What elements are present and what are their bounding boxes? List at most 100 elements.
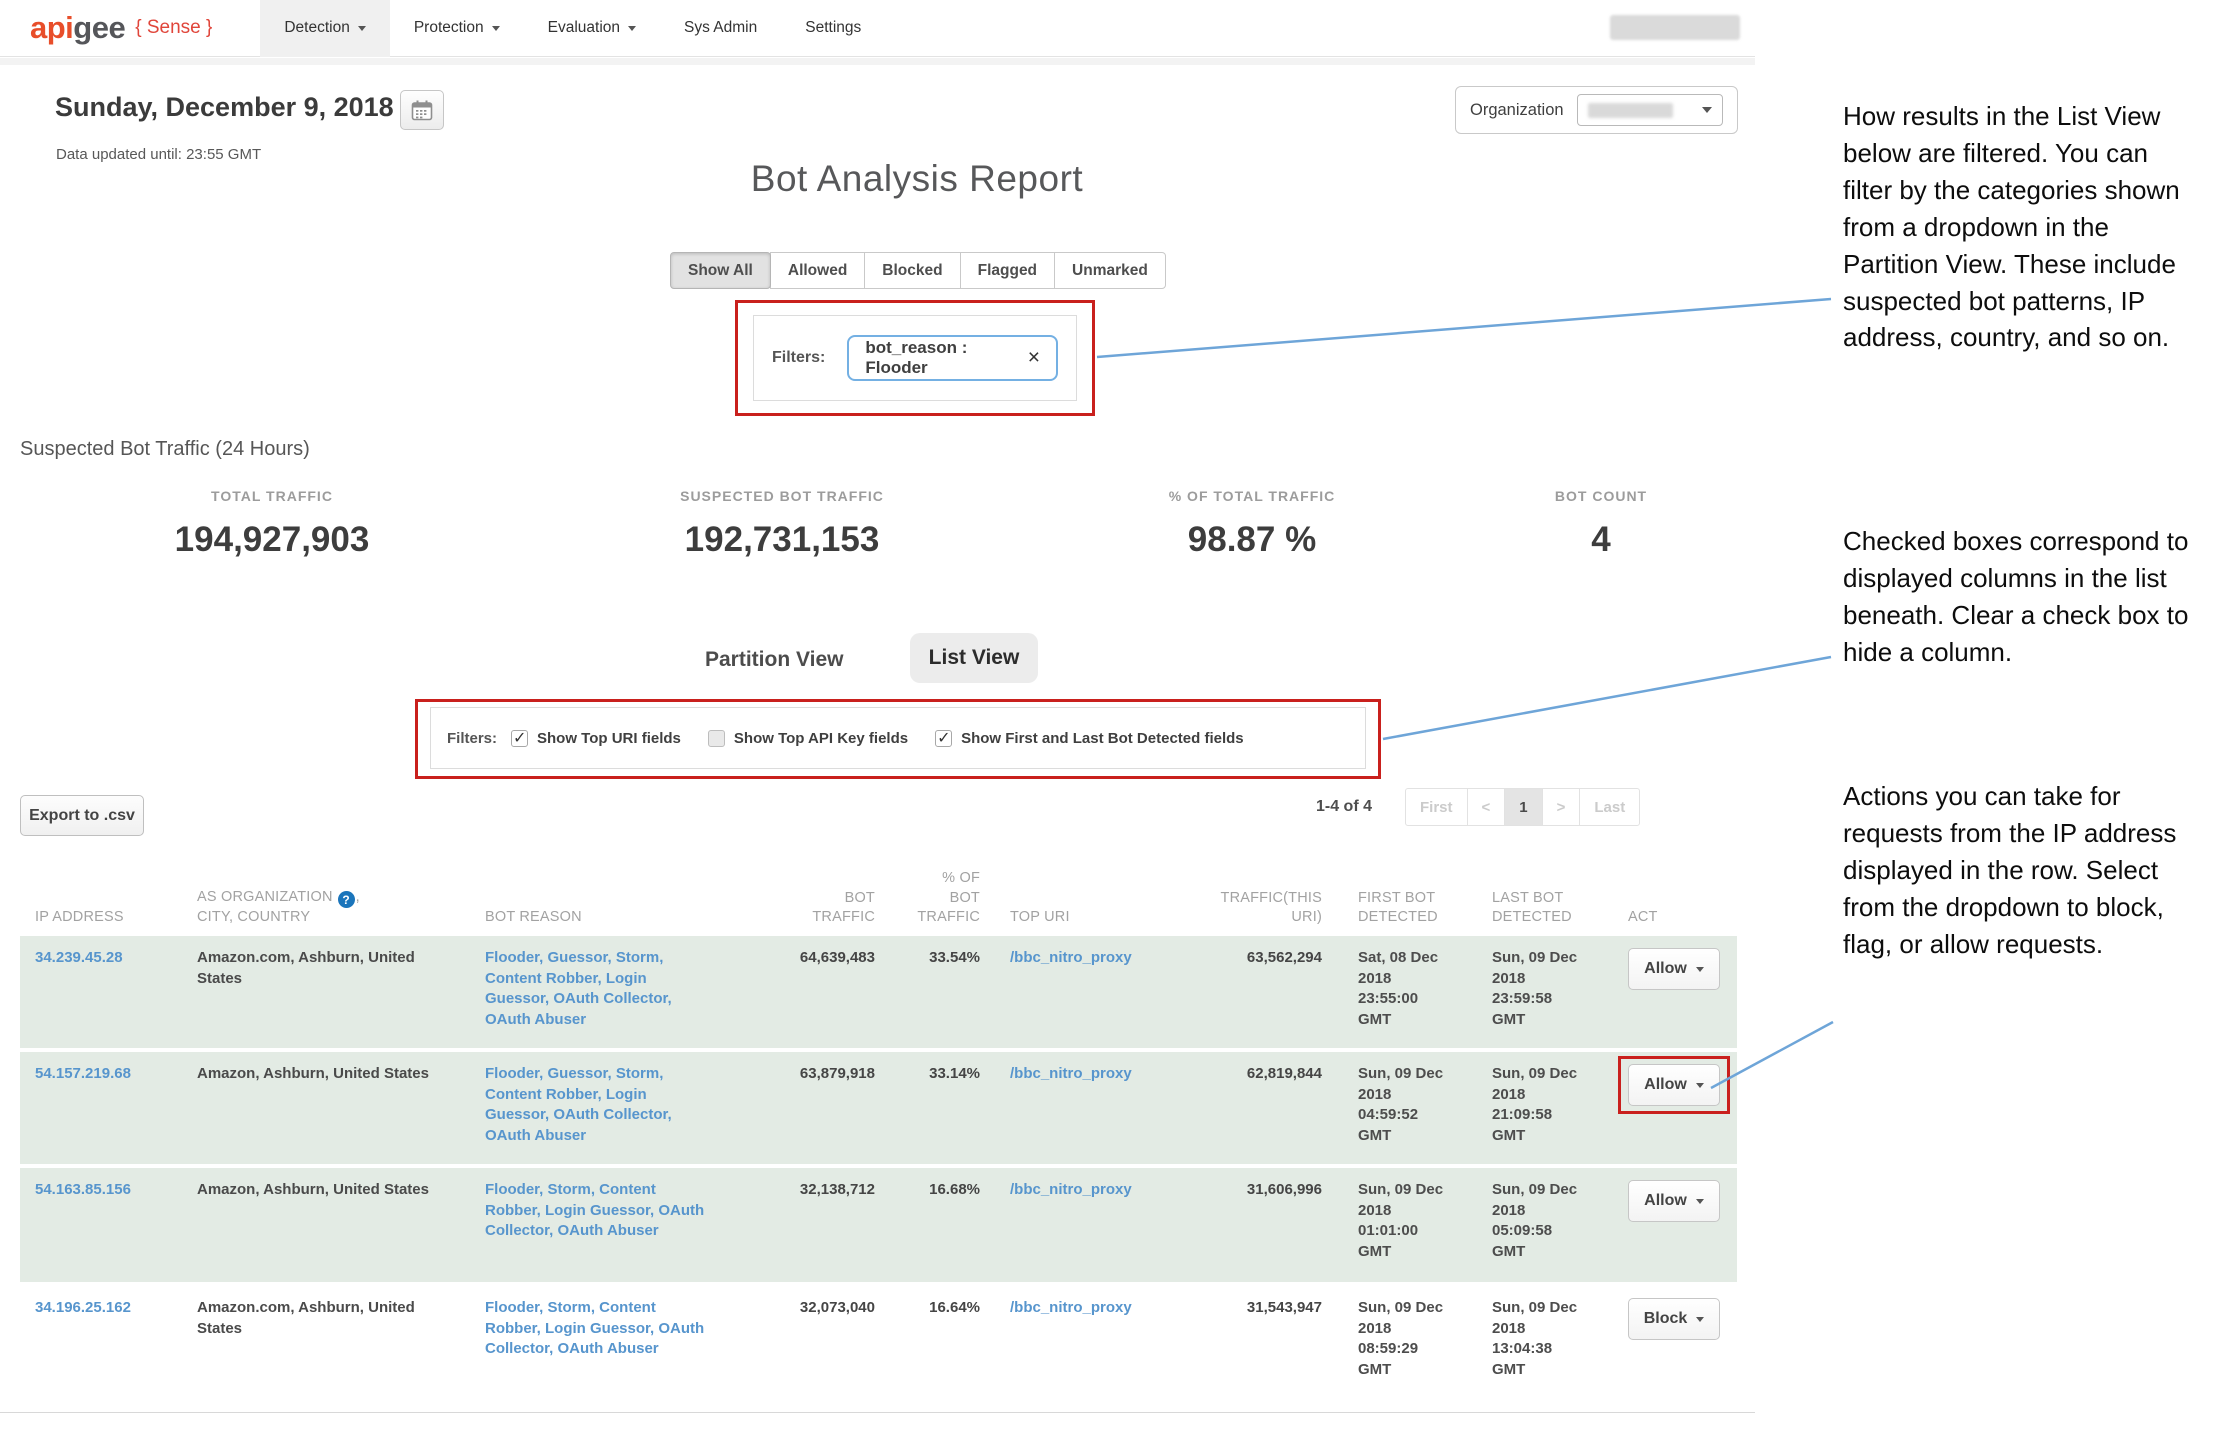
user-account-redacted[interactable] — [1610, 15, 1740, 40]
pagination-page-1[interactable]: 1 — [1504, 788, 1542, 826]
nav-item-detection[interactable]: Detection — [260, 0, 389, 57]
table-header: IP ADDRESS AS ORGANIZATION?, CITY, COUNT… — [20, 842, 1737, 934]
pagination-controls: First < 1 > Last — [1405, 788, 1640, 826]
table-row: 34.196.25.162 Amazon.com, Ashburn, Unite… — [20, 1286, 1737, 1400]
action-label: Allow — [1644, 1076, 1687, 1094]
ip-address-link[interactable]: 34.196.25.162 — [35, 1298, 185, 1319]
as-organization-cell: Amazon, Ashburn, United States — [197, 1180, 462, 1201]
filter-chip-text: bot_reason : Flooder — [865, 338, 1011, 378]
logo-api-text: api — [30, 10, 73, 45]
column-header-pct-bot-traffic: % OF BOT TRAFFIC — [916, 869, 980, 928]
annotation-filtering-note: How results in the List View below are f… — [1843, 98, 2195, 356]
ip-address-link[interactable]: 54.163.85.156 — [35, 1180, 185, 1201]
chevron-down-icon — [1696, 1083, 1704, 1088]
tab-unmarked[interactable]: Unmarked — [1054, 252, 1166, 289]
organization-label: Organization — [1470, 101, 1564, 120]
chevron-down-icon — [1696, 1199, 1704, 1204]
action-dropdown-block[interactable]: Block — [1628, 1298, 1720, 1340]
as-organization-cell: Amazon.com, Ashburn, United States — [197, 1298, 462, 1339]
column-header-act: ACT — [1628, 908, 1723, 928]
bot-reason-links[interactable]: Flooder, Guessor, Storm, Content Robber,… — [485, 1064, 710, 1147]
last-bot-detected-cell: Sun, 09 Dec 2018 21:09:58 GMT — [1492, 1064, 1584, 1147]
column-header-traffic-this-uri: TRAFFIC(THIS URI) — [1212, 889, 1322, 928]
traffic-this-uri-cell: 63,562,294 — [1180, 948, 1322, 969]
top-uri-link[interactable]: /bbc_nitro_proxy — [1010, 948, 1190, 969]
column-header-text: CITY, COUNTRY — [197, 909, 310, 925]
nav-item-settings[interactable]: Settings — [781, 0, 885, 57]
bot-reason-links[interactable]: Flooder, Storm, Content Robber, Login Gu… — [485, 1298, 710, 1360]
pagination-last-button[interactable]: Last — [1579, 788, 1640, 826]
chevron-down-icon — [492, 26, 500, 31]
stat-suspected-bot-traffic: SUSPECTED BOT TRAFFIC 192,731,153 — [572, 488, 992, 560]
bot-traffic-cell: 32,073,040 — [700, 1298, 875, 1319]
organization-dropdown[interactable] — [1577, 94, 1723, 126]
filters-label: Filters: — [447, 730, 497, 747]
top-navbar: apigee { Sense } Detection Protection Ev… — [0, 0, 1755, 57]
date-picker-button[interactable] — [400, 90, 444, 130]
checkbox-show-first-last-bot-detected-fields[interactable] — [935, 730, 952, 747]
remove-filter-icon[interactable]: × — [1028, 346, 1040, 370]
stat-label: BOT COUNT — [1391, 488, 1811, 504]
navbar-divider — [0, 58, 1755, 65]
column-header-ip-address: IP ADDRESS — [35, 908, 185, 928]
bot-reason-links[interactable]: Flooder, Storm, Content Robber, Login Gu… — [485, 1180, 710, 1242]
status-tab-group: Show All Allowed Blocked Flagged Unmarke… — [670, 252, 1166, 289]
column-header-bot-reason: BOT REASON — [485, 908, 715, 928]
top-uri-link[interactable]: /bbc_nitro_proxy — [1010, 1180, 1190, 1201]
bot-traffic-cell: 32,138,712 — [700, 1180, 875, 1201]
chevron-down-icon — [1696, 1317, 1704, 1322]
action-dropdown-allow[interactable]: Allow — [1628, 948, 1720, 990]
action-dropdown-allow[interactable]: Allow — [1628, 1064, 1720, 1106]
chevron-down-icon — [1702, 107, 1712, 113]
action-label: Allow — [1644, 960, 1687, 978]
apigee-logo[interactable]: apigee — [30, 10, 125, 46]
tab-blocked[interactable]: Blocked — [864, 252, 960, 289]
stat-total-traffic: TOTAL TRAFFIC 194,927,903 — [62, 488, 482, 560]
pagination-prev-button[interactable]: < — [1467, 788, 1506, 826]
pagination-next-button[interactable]: > — [1542, 788, 1581, 826]
stat-value: 4 — [1391, 520, 1811, 560]
export-csv-button[interactable]: Export to .csv — [20, 795, 144, 836]
as-organization-cell: Amazon.com, Ashburn, United States — [197, 948, 462, 989]
top-uri-link[interactable]: /bbc_nitro_proxy — [1010, 1064, 1190, 1085]
column-header-first-bot-detected: FIRST BOT DETECTED — [1358, 889, 1448, 928]
checkbox-show-top-api-key-fields[interactable] — [708, 730, 725, 747]
last-bot-detected-cell: Sun, 09 Dec 2018 13:04:38 GMT — [1492, 1298, 1584, 1381]
top-uri-link[interactable]: /bbc_nitro_proxy — [1010, 1298, 1190, 1319]
tab-partition-view[interactable]: Partition View — [705, 648, 843, 672]
annotation-actions-note: Actions you can take for requests from t… — [1843, 778, 2195, 963]
ip-address-link[interactable]: 54.157.219.68 — [35, 1064, 185, 1085]
bot-reason-links[interactable]: Flooder, Guessor, Storm, Content Robber,… — [485, 948, 710, 1031]
nav-item-sys-admin[interactable]: Sys Admin — [660, 0, 781, 57]
report-date: Sunday, December 9, 2018 — [55, 92, 394, 123]
action-dropdown-allow[interactable]: Allow — [1628, 1180, 1720, 1222]
pagination-first-button[interactable]: First — [1405, 788, 1468, 826]
as-organization-cell: Amazon, Ashburn, United States — [197, 1064, 462, 1085]
column-header-as-organization: AS ORGANIZATION?, CITY, COUNTRY — [197, 888, 477, 928]
tab-show-all[interactable]: Show All — [670, 252, 771, 289]
column-header-bot-traffic: BOT TRAFFIC — [805, 889, 875, 928]
action-label: Allow — [1644, 1192, 1687, 1210]
bot-analysis-report-page: apigee { Sense } Detection Protection Ev… — [0, 0, 2216, 1433]
tab-allowed[interactable]: Allowed — [770, 252, 865, 289]
filters-label: Filters: — [772, 349, 825, 367]
help-icon[interactable]: ? — [338, 891, 355, 908]
nav-item-evaluation[interactable]: Evaluation — [524, 0, 660, 57]
traffic-this-uri-cell: 31,543,947 — [1180, 1298, 1322, 1319]
filter-chip-bot-reason-flooder[interactable]: bot_reason : Flooder × — [847, 335, 1058, 381]
tab-list-view[interactable]: List View — [910, 633, 1038, 683]
page-title: Bot Analysis Report — [617, 158, 1217, 200]
ip-address-link[interactable]: 34.239.45.28 — [35, 948, 185, 969]
traffic-this-uri-cell: 31,606,996 — [1180, 1180, 1322, 1201]
action-label: Block — [1644, 1310, 1688, 1328]
tab-flagged[interactable]: Flagged — [960, 252, 1055, 289]
first-bot-detected-cell: Sun, 09 Dec 2018 01:01:00 GMT — [1358, 1180, 1450, 1263]
nav-menu: Detection Protection Evaluation Sys Admi… — [260, 0, 885, 57]
checkbox-show-top-uri-fields[interactable] — [511, 730, 528, 747]
column-filter-bar: Filters: Show Top URI fields Show Top AP… — [430, 707, 1366, 769]
organization-value-redacted — [1588, 103, 1673, 118]
pct-bot-traffic-cell: 33.14% — [905, 1064, 980, 1085]
nav-item-protection[interactable]: Protection — [390, 0, 524, 57]
checkbox-label: Show First and Last Bot Detected fields — [961, 730, 1244, 747]
nav-item-label: Settings — [805, 19, 861, 37]
